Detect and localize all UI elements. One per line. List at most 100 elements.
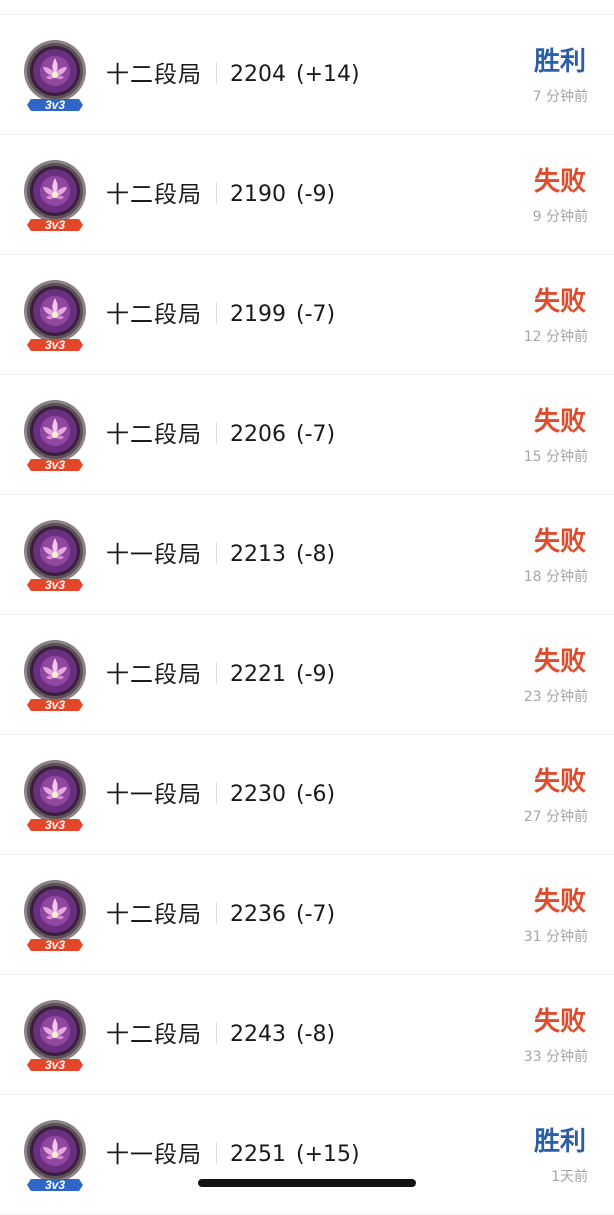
match-result: 失败	[533, 407, 586, 437]
score: 2230 (-6)	[230, 779, 335, 811]
match-row-10[interactable]: 3v3 十一段局 2251 (+15) 胜利 1天前	[0, 1095, 614, 1215]
rank-label: 十二段局	[106, 1022, 202, 1048]
mode-label: 3v3	[45, 458, 65, 472]
rank-label: 十二段局	[106, 422, 202, 448]
column-separator	[216, 542, 217, 564]
mode-label: 3v3	[45, 218, 65, 232]
match-row-9[interactable]: 3v3 十二段局 2243 (-8) 失败 33 分钟前	[0, 975, 614, 1095]
time-ago: 31 分钟前	[523, 929, 588, 945]
lotus-arena-badge-icon: 3v3	[22, 159, 88, 233]
score: 2199 (-7)	[230, 299, 335, 331]
mode-label: 3v3	[45, 698, 65, 712]
score-delta: (-6)	[296, 782, 336, 807]
time-ago: 7 分钟前	[532, 89, 588, 105]
lotus-arena-badge-icon: 3v3	[22, 879, 88, 953]
score-value: 2251	[230, 1142, 286, 1167]
match-result: 失败	[533, 1007, 586, 1037]
score: 2251 (+15)	[230, 1139, 360, 1171]
lotus-arena-badge-icon: 3v3	[22, 279, 88, 353]
score: 2206 (-7)	[230, 419, 335, 451]
match-row-2[interactable]: 3v3 十二段局 2190 (-9) 失败 9 分钟前	[0, 135, 614, 255]
rank-label: 十二段局	[106, 662, 202, 688]
mode-label: 3v3	[45, 338, 65, 352]
match-row-8[interactable]: 3v3 十二段局 2236 (-7) 失败 31 分钟前	[0, 855, 614, 975]
rank-label: 十二段局	[106, 302, 202, 328]
score: 2221 (-9)	[230, 659, 335, 691]
lotus-arena-badge-icon: 3v3	[22, 759, 88, 833]
column-separator	[216, 662, 217, 684]
mode-label: 3v3	[45, 938, 65, 952]
time-ago: 12 分钟前	[523, 329, 588, 345]
lotus-arena-badge-icon: 3v3	[22, 999, 88, 1073]
score-value: 2190	[230, 182, 286, 207]
score-delta: (+15)	[296, 1142, 360, 1167]
match-row-7[interactable]: 3v3 十一段局 2230 (-6) 失败 27 分钟前	[0, 735, 614, 855]
time-ago: 15 分钟前	[523, 449, 588, 465]
score-value: 2236	[230, 902, 286, 927]
mode-label: 3v3	[45, 1058, 65, 1072]
time-ago: 27 分钟前	[523, 809, 588, 825]
lotus-arena-badge-icon: 3v3	[22, 519, 88, 593]
match-result: 失败	[533, 527, 586, 557]
lotus-arena-badge-icon: 3v3	[22, 1119, 88, 1193]
lotus-arena-badge-icon: 3v3	[22, 639, 88, 713]
rank-label: 十一段局	[106, 1142, 202, 1168]
score: 2190 (-9)	[230, 179, 335, 211]
rank-label: 十二段局	[106, 182, 202, 208]
time-ago: 1天前	[551, 1169, 588, 1185]
mode-label: 3v3	[45, 578, 65, 592]
column-separator	[216, 182, 217, 204]
match-result: 失败	[533, 887, 586, 917]
score-delta: (-7)	[296, 422, 336, 447]
mode-label: 3v3	[45, 818, 65, 832]
match-result: 胜利	[533, 1127, 586, 1157]
score-delta: (-8)	[296, 542, 336, 567]
score: 2204 (+14)	[230, 59, 360, 91]
rank-label: 十二段局	[106, 902, 202, 928]
match-row-3[interactable]: 3v3 十二段局 2199 (-7) 失败 12 分钟前	[0, 255, 614, 375]
lotus-arena-badge-icon: 3v3	[22, 39, 88, 113]
score: 2236 (-7)	[230, 899, 335, 931]
match-result: 胜利	[533, 47, 586, 77]
score-value: 2243	[230, 1022, 286, 1047]
column-separator	[216, 902, 217, 924]
score: 2243 (-8)	[230, 1019, 335, 1051]
rank-label: 十二段局	[106, 62, 202, 88]
score-delta: (-9)	[296, 182, 336, 207]
rank-label: 十一段局	[106, 782, 202, 808]
score-delta: (-7)	[296, 902, 336, 927]
mode-label: 3v3	[45, 98, 65, 112]
time-ago: 9 分钟前	[532, 209, 588, 225]
time-ago: 23 分钟前	[523, 689, 588, 705]
match-row-5[interactable]: 3v3 十一段局 2213 (-8) 失败 18 分钟前	[0, 495, 614, 615]
column-separator	[216, 1142, 217, 1164]
match-row-1[interactable]: 3v3 十二段局 2204 (+14) 胜利 7 分钟前	[0, 15, 614, 135]
match-row-4[interactable]: 3v3 十二段局 2206 (-7) 失败 15 分钟前	[0, 375, 614, 495]
lotus-arena-badge-icon: 3v3	[22, 399, 88, 473]
column-separator	[216, 62, 217, 84]
match-result: 失败	[533, 167, 586, 197]
time-ago: 33 分钟前	[523, 1049, 588, 1065]
home-indicator[interactable]	[198, 1179, 416, 1187]
score-value: 2213	[230, 542, 286, 567]
column-separator	[216, 1022, 217, 1044]
match-row-6[interactable]: 3v3 十二段局 2221 (-9) 失败 23 分钟前	[0, 615, 614, 735]
score-value: 2204	[230, 62, 286, 87]
match-result: 失败	[533, 767, 586, 797]
score-delta: (-8)	[296, 1022, 336, 1047]
score-value: 2230	[230, 782, 286, 807]
time-ago: 18 分钟前	[523, 569, 588, 585]
score-value: 2221	[230, 662, 286, 687]
score-delta: (+14)	[296, 62, 360, 87]
column-separator	[216, 782, 217, 804]
score: 2213 (-8)	[230, 539, 335, 571]
match-result: 失败	[533, 647, 586, 677]
column-separator	[216, 302, 217, 324]
score-value: 2199	[230, 302, 286, 327]
match-result: 失败	[533, 287, 586, 317]
mode-label: 3v3	[45, 1178, 65, 1192]
score-delta: (-9)	[296, 662, 336, 687]
match-history-list: 3v3 十二段局 2204 (+14) 胜利 7 分钟前 3v3 十二段局 21…	[0, 15, 614, 1215]
score-value: 2206	[230, 422, 286, 447]
column-separator	[216, 422, 217, 444]
